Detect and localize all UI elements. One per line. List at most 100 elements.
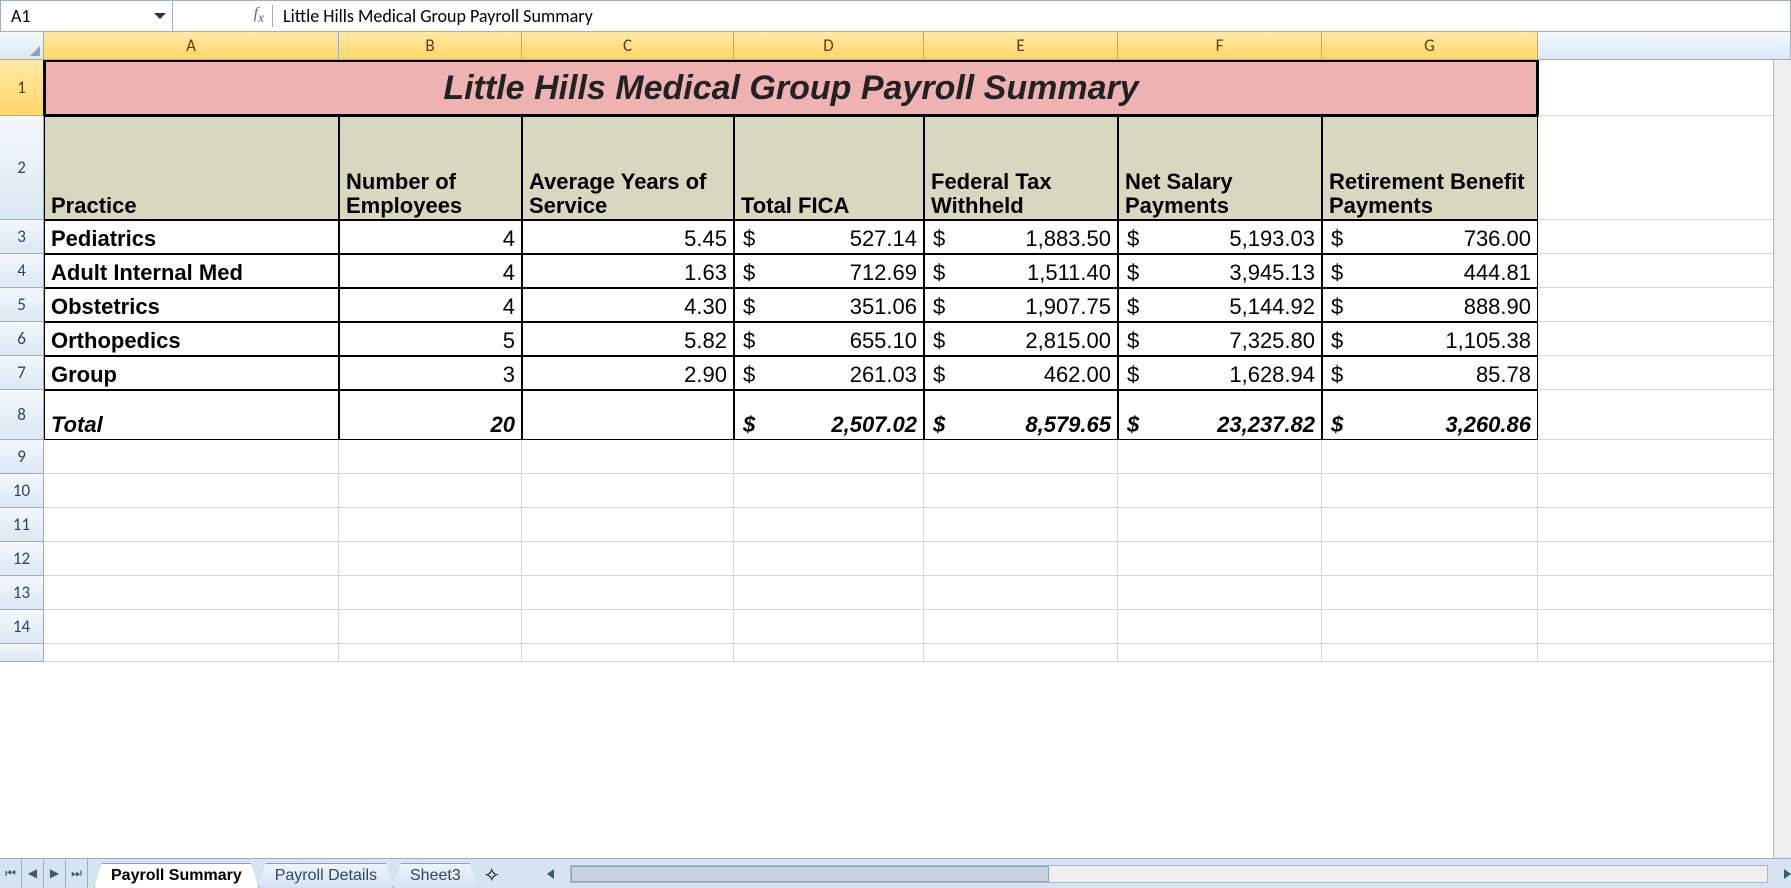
cell-years-3[interactable]: 5.45 [522, 220, 734, 254]
cell-empty-12[interactable] [1118, 542, 1322, 576]
cell-fed-6[interactable]: $2,815.00 [924, 322, 1118, 356]
col-header-extra[interactable] [1538, 32, 1791, 59]
cell-empty-14[interactable] [1118, 610, 1322, 644]
scroll-right-icon[interactable] [1784, 869, 1791, 879]
cell-empty-13[interactable] [1322, 576, 1538, 610]
cell-empty-12[interactable] [522, 542, 734, 576]
header-total-fica[interactable]: Total FICA [734, 116, 924, 220]
total-label[interactable]: Total [44, 390, 339, 440]
fx-icon[interactable]: fx [254, 5, 264, 26]
cell-num-4[interactable]: 4 [339, 254, 522, 288]
cell-empty-12[interactable] [339, 542, 522, 576]
cell-extra-4[interactable] [1538, 254, 1791, 288]
cell-empty-15[interactable] [44, 644, 339, 662]
cell-empty-15[interactable] [339, 644, 522, 662]
total-fica[interactable]: $2,507.02 [734, 390, 924, 440]
row-header-9[interactable]: 9 [0, 440, 44, 474]
cell-empty-13[interactable] [522, 576, 734, 610]
cell-extra-2[interactable] [1538, 116, 1791, 220]
cell-ret-5[interactable]: $888.90 [1322, 288, 1538, 322]
row-header-4[interactable]: 4 [0, 254, 44, 288]
cell-extra-3[interactable] [1538, 220, 1791, 254]
cell-fica-4[interactable]: $712.69 [734, 254, 924, 288]
cell-empty-11[interactable] [1118, 508, 1322, 542]
cell-fica-6[interactable]: $655.10 [734, 322, 924, 356]
cell-fica-7[interactable]: $261.03 [734, 356, 924, 390]
total-years[interactable] [522, 390, 734, 440]
cell-extra-8[interactable] [1538, 390, 1791, 440]
header-retirement[interactable]: Retirement Benefit Payments [1322, 116, 1538, 220]
vertical-scrollbar[interactable] [1773, 60, 1791, 858]
tab-nav-last[interactable]: ⏭ [66, 859, 88, 888]
cell-empty-10[interactable] [339, 474, 522, 508]
cell-empty-9[interactable] [339, 440, 522, 474]
row-header-3[interactable]: 3 [0, 220, 44, 254]
row-header-14[interactable]: 14 [0, 610, 44, 644]
sheet-tab-payroll-summary[interactable]: Payroll Summary [94, 863, 259, 888]
cell-empty-11[interactable] [44, 508, 339, 542]
cell-empty-13[interactable] [734, 576, 924, 610]
cell-fica-3[interactable]: $527.14 [734, 220, 924, 254]
total-fed[interactable]: $8,579.65 [924, 390, 1118, 440]
cell-years-6[interactable]: 5.82 [522, 322, 734, 356]
cell-net-4[interactable]: $3,945.13 [1118, 254, 1322, 288]
cell-empty-11[interactable] [339, 508, 522, 542]
cell-empty-9[interactable] [924, 440, 1118, 474]
cell-empty-13[interactable] [339, 576, 522, 610]
cell-practice-7[interactable]: Group [44, 356, 339, 390]
col-header-F[interactable]: F [1118, 32, 1322, 59]
col-header-C[interactable]: C [522, 32, 734, 59]
cell-empty-9[interactable] [1322, 440, 1538, 474]
cell-extra-7[interactable] [1538, 356, 1791, 390]
cell-empty-9[interactable] [734, 440, 924, 474]
cell-practice-6[interactable]: Orthopedics [44, 322, 339, 356]
cell-extra-5[interactable] [1538, 288, 1791, 322]
cell-empty-12[interactable] [924, 542, 1118, 576]
cell-extra-6[interactable] [1538, 322, 1791, 356]
col-header-G[interactable]: G [1322, 32, 1538, 59]
formula-input[interactable]: Little Hills Medical Group Payroll Summa… [273, 5, 1790, 27]
row-header-5[interactable]: 5 [0, 288, 44, 322]
cell-empty-11[interactable] [924, 508, 1118, 542]
title-cell[interactable]: Little Hills Medical Group Payroll Summa… [44, 60, 1538, 116]
row-header-10[interactable]: 10 [0, 474, 44, 508]
row-header-6[interactable]: 6 [0, 322, 44, 356]
col-header-E[interactable]: E [924, 32, 1118, 59]
tab-nav-first[interactable]: ⏮ [0, 859, 22, 888]
new-sheet-button[interactable]: ✧ [477, 863, 507, 888]
cell-empty-12[interactable] [1322, 542, 1538, 576]
row-header-13[interactable]: 13 [0, 576, 44, 610]
cell-empty-15[interactable] [734, 644, 924, 662]
cell-empty-14[interactable] [1322, 610, 1538, 644]
cell-num-7[interactable]: 3 [339, 356, 522, 390]
cell-net-7[interactable]: $1,628.94 [1118, 356, 1322, 390]
cell-empty-11[interactable] [1538, 508, 1791, 542]
cell-years-4[interactable]: 1.63 [522, 254, 734, 288]
header-avg-years[interactable]: Average Years of Service [522, 116, 734, 220]
cell-empty-10[interactable] [734, 474, 924, 508]
cell-num-3[interactable]: 4 [339, 220, 522, 254]
cell-empty-13[interactable] [1538, 576, 1791, 610]
name-box[interactable]: A1 [1, 1, 173, 31]
cell-fed-3[interactable]: $1,883.50 [924, 220, 1118, 254]
cell-ret-3[interactable]: $736.00 [1322, 220, 1538, 254]
cell-ret-7[interactable]: $85.78 [1322, 356, 1538, 390]
select-all-corner[interactable] [0, 32, 44, 59]
cell-num-5[interactable]: 4 [339, 288, 522, 322]
cell-practice-5[interactable]: Obstetrics [44, 288, 339, 322]
cell-empty-10[interactable] [1538, 474, 1791, 508]
row-header-15[interactable] [0, 644, 44, 662]
cell-empty-11[interactable] [1322, 508, 1538, 542]
cell-empty-10[interactable] [522, 474, 734, 508]
cell-empty-14[interactable] [1538, 610, 1791, 644]
row-header-7[interactable]: 7 [0, 356, 44, 390]
cell-fed-5[interactable]: $1,907.75 [924, 288, 1118, 322]
header-num-employees[interactable]: Number of Employees [339, 116, 522, 220]
scroll-left-icon[interactable] [547, 869, 554, 879]
col-header-D[interactable]: D [734, 32, 924, 59]
total-num[interactable]: 20 [339, 390, 522, 440]
cell-empty-10[interactable] [1322, 474, 1538, 508]
cell-empty-15[interactable] [1118, 644, 1322, 662]
cell-empty-12[interactable] [44, 542, 339, 576]
cell-empty-9[interactable] [1118, 440, 1322, 474]
